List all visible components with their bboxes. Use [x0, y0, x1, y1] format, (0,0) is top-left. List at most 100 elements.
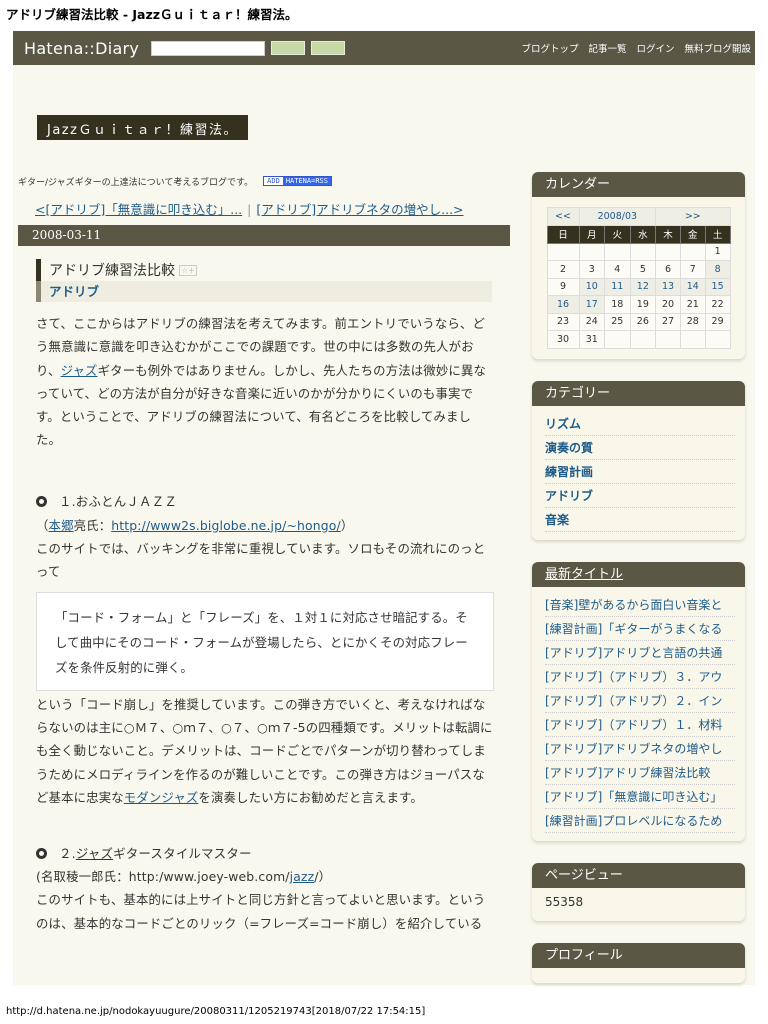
calendar-day: 23 [546, 312, 580, 331]
module-title: カレンダー [532, 172, 745, 197]
calendar-day: 9 [546, 277, 580, 296]
prev-month-link[interactable]: << [546, 207, 580, 226]
calendar-day[interactable]: 11 [604, 277, 631, 296]
nav-login[interactable]: ログイン [636, 41, 674, 55]
text: ギタースタイルマスター [113, 845, 252, 861]
page-frame: Hatena::Diary ブログトップ 記事一覧 ログイン 無料ブログ開設 J… [13, 31, 755, 985]
rss-label: HATENA=RSS [282, 177, 331, 185]
page-url-footer: http://d.hatena.ne.jp/nodokayuugure/2008… [6, 1006, 426, 1017]
recent-title-link[interactable]: [アドリブ]アドリブネタの増やし [545, 737, 735, 761]
weekday-header: 日 [546, 224, 580, 244]
search-input[interactable] [151, 40, 266, 56]
calendar-week: 16 17 18 19 20 21 22 [546, 295, 731, 314]
calendar-day[interactable]: 16 [546, 295, 580, 314]
main-column: ギター/ジャズギターの上達法について考えるブログです。 ADD HATENA=RS… [18, 171, 510, 985]
category-link[interactable]: アドリブ [49, 284, 99, 299]
module-title[interactable]: 最新タイトル [532, 561, 745, 587]
current-month[interactable]: 2008/03 [578, 207, 657, 226]
calendar-day [604, 242, 631, 261]
entry-title-text[interactable]: アドリブ練習法比較 [49, 260, 175, 280]
entry-title: アドリブ練習法比較 ☆+ [36, 259, 510, 281]
jazz-keyword-link[interactable]: ジャズ [76, 842, 113, 865]
calendar-day: 18 [604, 295, 631, 314]
next-month-link[interactable]: >> [655, 207, 731, 226]
nav-free-blog[interactable]: 無料ブログ開設 [684, 41, 751, 55]
source-1: （本郷亮氏：http://www2s.biglobe.ne.jp/~hongo/… [36, 514, 494, 537]
text: 亮氏： [73, 517, 112, 533]
hatena-logo[interactable]: Hatena::Diary [24, 39, 139, 58]
calendar-day: 20 [655, 295, 681, 314]
description-text: ギター/ジャズギターの上達法について考えるブログです。 [18, 177, 254, 188]
text: ２. [59, 845, 76, 861]
category-link[interactable]: 音楽 [545, 508, 735, 532]
category-link[interactable]: アドリブ [545, 484, 735, 508]
entry-date[interactable]: 2008-03-11 [18, 225, 510, 246]
calendar-day[interactable]: 13 [655, 277, 681, 296]
jazz-keyword-link[interactable]: ジャズ [61, 363, 98, 378]
recent-title-link[interactable]: [アドリブ]（アドリブ）２．イン [545, 689, 735, 713]
recent-title-link[interactable]: [音楽]壁があるから面白い音楽と [545, 593, 735, 617]
pager-separator: | [247, 202, 252, 217]
calendar-week: 23 24 25 26 27 28 29 [546, 312, 731, 331]
blog-title[interactable]: JazzＧｕｉｔａｒ！練習法。 [37, 115, 248, 140]
sidebar: カレンダー << 2008/03 >> 日月火水木金土 1 2 3 4 5 6 7 8 9 10 11 1… [532, 172, 745, 1005]
nav-blog-top[interactable]: ブログトップ [521, 41, 578, 55]
calendar-day: 1 [704, 242, 731, 261]
entry-pager: <[アドリブ]「無意識に叩き込む」... | [アドリブ]アドリブネタの増やし...… [35, 199, 510, 219]
next-entry-link[interactable]: [アドリブ]アドリブネタの増やし...> [256, 202, 463, 217]
text: という「コード崩し」を推奨しています。この弾き方でいくと、考えなければならないの… [36, 696, 493, 805]
calendar-day: 21 [679, 295, 706, 314]
add-star-icon[interactable]: ☆+ [179, 264, 197, 276]
add-rss-button[interactable]: ADD HATENA=RSS [263, 176, 332, 186]
rss-add: ADD [264, 177, 283, 185]
module-title: プロフィール [532, 942, 745, 968]
category-link[interactable]: 練習計画 [545, 460, 735, 484]
calendar-week: 9 10 11 12 13 14 15 [546, 277, 731, 296]
text: ギターも例外ではありません。しかし、先人たちの方法は微妙に異なっていて、どの方法… [36, 362, 486, 448]
modern-jazz-keyword-link[interactable]: モダンジャズ [124, 790, 199, 805]
calendar-day[interactable]: 10 [578, 277, 606, 296]
calendar-day [629, 330, 657, 349]
calendar-day[interactable]: 15 [704, 277, 731, 296]
category-link[interactable]: 演奏の質 [545, 436, 735, 460]
bullet-icon [36, 496, 47, 508]
weekday-header: 水 [629, 224, 657, 244]
calendar-day: 29 [704, 312, 731, 331]
weekday-header: 土 [704, 224, 731, 244]
calendar-week: 1 [546, 242, 731, 261]
nav-article-list[interactable]: 記事一覧 [588, 41, 626, 55]
recent-title-link[interactable]: [アドリブ]（アドリブ）１．材料 [545, 713, 735, 737]
calendar-day: 6 [655, 260, 681, 279]
calendar-day [704, 330, 731, 349]
calendar-day[interactable]: 17 [578, 295, 606, 314]
blog-description: ギター/ジャズギターの上達法について考えるブログです。 ADD HATENA=RS… [18, 171, 510, 191]
calendar-day[interactable]: 12 [629, 277, 657, 296]
recent-title-link[interactable]: [アドリブ]（アドリブ）３．アウ [545, 665, 735, 689]
source-url-link[interactable]: http://www2s.biglobe.ne.jp/~hongo/ [111, 518, 341, 533]
recent-title-link[interactable]: [練習計画]プロレベルになるため [545, 809, 735, 833]
recent-title-link[interactable]: [アドリブ]アドリブと言語の共通 [545, 641, 735, 665]
jazz-keyword-link[interactable]: jazz [290, 869, 315, 884]
calendar-day[interactable]: 14 [679, 277, 706, 296]
weekday-header: 金 [679, 224, 706, 244]
calendar-day: 28 [679, 312, 706, 331]
bullet-icon [36, 847, 47, 859]
calendar-day: 22 [704, 295, 731, 314]
prev-entry-link[interactable]: <[アドリブ]「無意識に叩き込む」... [35, 202, 242, 217]
author-keyword-link[interactable]: 本郷 [49, 518, 74, 533]
recent-title-link[interactable]: [練習計画]「ギターがうまくなる [545, 617, 735, 641]
hatena-header: Hatena::Diary ブログトップ 記事一覧 ログイン 無料ブログ開設 [13, 31, 755, 65]
paragraph: という「コード崩し」を推奨しています。この弾き方でいくと、考えなければならないの… [36, 693, 494, 809]
search-button[interactable] [271, 41, 306, 55]
calendar-day [629, 242, 657, 261]
recent-title-link[interactable]: [アドリブ]アドリブ練習法比較 [545, 761, 735, 785]
calendar-day: 25 [604, 312, 631, 331]
recent-title-link[interactable]: [アドリブ]「無意識に叩き込む」 [545, 785, 735, 809]
calendar-day[interactable]: 8 [704, 260, 731, 279]
search-button-2[interactable] [311, 41, 346, 55]
text: ） [340, 517, 354, 533]
category-link[interactable]: リズム [545, 412, 735, 436]
calendar-day: 7 [679, 260, 706, 279]
section-heading-text: １.おふとんＪＡＺＺ [59, 494, 177, 510]
profile-module: プロフィール [532, 942, 745, 983]
